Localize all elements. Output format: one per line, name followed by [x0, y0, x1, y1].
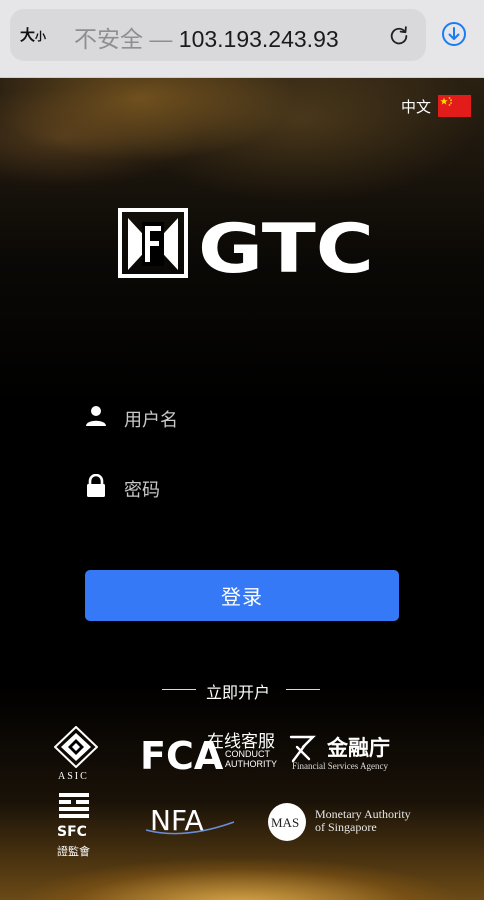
mas-logo: MAS	[268, 803, 306, 841]
nfa-text: NFA	[150, 804, 204, 837]
sfc-main: SFC	[57, 824, 87, 840]
china-flag-icon[interactable]	[438, 95, 471, 117]
username-placeholder: 用户名	[124, 410, 178, 430]
mas-line2: of Singapore	[315, 820, 377, 834]
fsa-main: 金融庁	[326, 736, 390, 760]
text-size-label-big: 大	[20, 27, 36, 44]
user-icon	[86, 406, 106, 426]
login-button[interactable]: 登录	[85, 570, 399, 621]
asic-label: ASIC	[58, 771, 89, 782]
sfc-logo: SFC 證監會	[57, 793, 90, 858]
fca-line2: AUTHORITY	[225, 759, 277, 769]
reload-icon[interactable]	[388, 24, 410, 46]
fsa-sub: Financial Services Agency	[292, 761, 388, 771]
open-account-link[interactable]: 立即开户	[206, 679, 270, 703]
divider-right	[286, 689, 320, 690]
url-text[interactable]: 不安全 — 103.193.243.93	[74, 20, 339, 54]
asic-logo	[54, 726, 98, 768]
gtc-logo: GTC	[118, 208, 374, 280]
logo-text: GTC	[198, 210, 374, 280]
browser-toolbar: 大小 不安全 — 103.193.243.93	[0, 0, 484, 78]
nfa-logo: NFA	[145, 804, 235, 837]
online-service-link[interactable]: 在线客服	[207, 727, 275, 752]
sfc-sub: 證監會	[57, 844, 90, 858]
mas-abbr: MAS	[271, 815, 299, 830]
fsa-logo: 金融庁 Financial Services Agency	[289, 735, 390, 771]
text-size-label-small: 小	[35, 31, 47, 43]
language-label[interactable]: 中文	[401, 96, 431, 117]
password-field[interactable]: 密码	[84, 468, 400, 508]
username-field[interactable]: 用户名	[84, 398, 400, 438]
mas-name: Monetary Authority of Singapore	[315, 808, 411, 834]
lock-icon	[87, 474, 105, 497]
divider-left	[162, 689, 196, 690]
password-placeholder: 密码	[124, 480, 160, 500]
url-host: 103.193.243.93	[178, 26, 339, 52]
insecure-label: 不安全 —	[74, 26, 173, 52]
text-size-button[interactable]: 大小	[20, 24, 46, 45]
download-icon[interactable]	[441, 21, 467, 47]
